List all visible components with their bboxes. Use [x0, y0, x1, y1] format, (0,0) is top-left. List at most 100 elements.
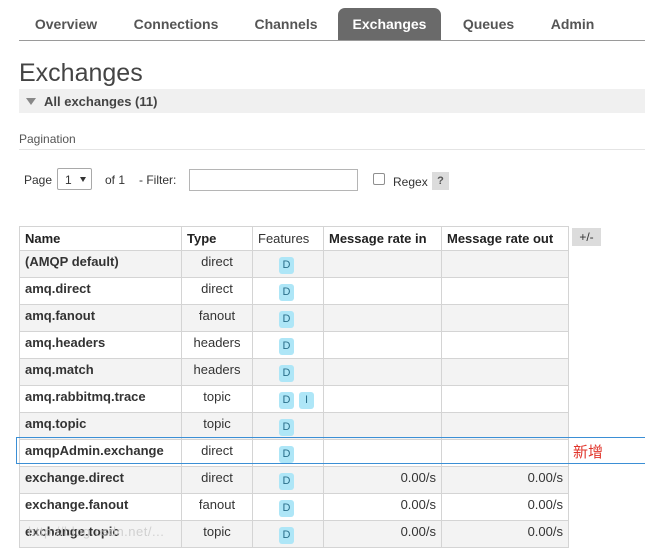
- exchange-features: D: [252, 250, 324, 278]
- feature-badge: D: [279, 284, 294, 301]
- message-rate-in: [323, 304, 442, 332]
- message-rate-in: [323, 358, 442, 386]
- exchange-features: D: [252, 520, 324, 548]
- message-rate-out: 0.00/s: [441, 520, 569, 548]
- column-header-rate-in[interactable]: Message rate in: [323, 226, 442, 251]
- exchange-features: DI: [252, 385, 324, 413]
- message-rate-in: [323, 277, 442, 305]
- feature-badges: D: [258, 281, 318, 301]
- tab-overview[interactable]: Overview: [19, 8, 113, 40]
- feature-badge: D: [279, 257, 294, 274]
- feature-badge: D: [279, 311, 294, 328]
- exchange-features: D: [252, 304, 324, 332]
- exchanges-table-wrap: Name Type Features Message rate in Messa…: [19, 226, 569, 548]
- filter-input[interactable]: [189, 169, 358, 191]
- message-rate-out: [441, 385, 569, 413]
- table-row[interactable]: exchange.topic topic D 0.00/s 0.00/s: [19, 520, 569, 548]
- exchange-name-link[interactable]: amq.topic: [19, 412, 182, 440]
- feature-badge: D: [279, 338, 294, 355]
- feature-badge: D: [279, 527, 294, 544]
- message-rate-out: [441, 304, 569, 332]
- exchange-name-link[interactable]: exchange.topic: [19, 520, 182, 548]
- table-row[interactable]: amq.topic topic D: [19, 412, 569, 440]
- message-rate-in: 0.00/s: [323, 520, 442, 548]
- table-header-row: Name Type Features Message rate in Messa…: [19, 226, 569, 251]
- column-header-name[interactable]: Name: [19, 226, 182, 251]
- tab-admin[interactable]: Admin: [535, 8, 610, 40]
- message-rate-out: [441, 358, 569, 386]
- all-exchanges-toggle[interactable]: All exchanges (11): [19, 89, 645, 113]
- exchange-features: D: [252, 331, 324, 359]
- feature-badge: D: [279, 473, 294, 490]
- exchange-name-link[interactable]: exchange.fanout: [19, 493, 182, 521]
- table-row[interactable]: (AMQP default) direct D: [19, 250, 569, 278]
- exchange-features: D: [252, 466, 324, 494]
- tab-connections[interactable]: Connections: [119, 8, 233, 40]
- columns-toggle-button[interactable]: +/-: [572, 228, 601, 246]
- feature-badge: I: [299, 392, 314, 409]
- feature-badges: DI: [258, 389, 318, 409]
- regex-label: Regex: [393, 175, 428, 189]
- table-row[interactable]: amq.fanout fanout D: [19, 304, 569, 332]
- page-title: Exchanges: [19, 59, 143, 87]
- exchange-type: direct: [181, 466, 253, 494]
- message-rate-out: [441, 277, 569, 305]
- page-select-value: 1: [65, 173, 72, 187]
- exchange-type: topic: [181, 412, 253, 440]
- exchange-features: D: [252, 358, 324, 386]
- message-rate-out: 0.00/s: [441, 493, 569, 521]
- exchange-name-link[interactable]: amq.match: [19, 358, 182, 386]
- column-header-rate-out[interactable]: Message rate out: [441, 226, 569, 251]
- message-rate-in: 0.00/s: [323, 466, 442, 494]
- exchange-features: D: [252, 277, 324, 305]
- tabs-divider: [19, 40, 645, 41]
- annotation-label: 新增: [573, 443, 604, 461]
- table-row[interactable]: amq.rabbitmq.trace topic D I: [19, 385, 569, 413]
- tab-queues[interactable]: Queues: [447, 8, 530, 40]
- tab-exchanges[interactable]: Exchanges: [338, 8, 441, 40]
- table-row[interactable]: amq.direct direct D: [19, 277, 569, 305]
- exchange-name-link[interactable]: amq.direct: [19, 277, 182, 305]
- message-rate-in: [323, 385, 442, 413]
- feature-badges: D: [258, 254, 318, 274]
- page-select[interactable]: 1: [57, 168, 92, 190]
- pagination-label: Pagination: [19, 132, 76, 146]
- message-rate-in: [323, 412, 442, 440]
- exchange-type: topic: [181, 520, 253, 548]
- regex-checkbox[interactable]: [373, 173, 385, 185]
- exchange-type: direct: [181, 277, 253, 305]
- table-row[interactable]: amq.match headers D: [19, 358, 569, 386]
- message-rate-out: [441, 439, 569, 467]
- message-rate-out: [441, 412, 569, 440]
- feature-badges: D: [258, 497, 318, 517]
- table-row[interactable]: amq.headers headers D: [19, 331, 569, 359]
- regex-help-button[interactable]: ?: [432, 172, 449, 190]
- exchange-name-link[interactable]: exchange.direct: [19, 466, 182, 494]
- table-row[interactable]: exchange.fanout fanout D 0.00/s 0.00/s: [19, 493, 569, 521]
- feature-badge: D: [279, 419, 294, 436]
- exchange-name-link[interactable]: amq.headers: [19, 331, 182, 359]
- table-row[interactable]: amqpAdmin.exchange direct D: [19, 439, 569, 467]
- feature-badge: D: [279, 365, 294, 382]
- exchange-features: D: [252, 493, 324, 521]
- exchange-name-link[interactable]: amq.rabbitmq.trace: [19, 385, 182, 413]
- exchange-name-link[interactable]: amq.fanout: [19, 304, 182, 332]
- exchange-features: D: [252, 412, 324, 440]
- tab-channels[interactable]: Channels: [239, 8, 333, 40]
- table-row[interactable]: exchange.direct direct D 0.00/s 0.00/s: [19, 466, 569, 494]
- message-rate-in: [323, 331, 442, 359]
- feature-badge: D: [279, 500, 294, 517]
- feature-badges: D: [258, 335, 318, 355]
- section-label: All exchanges (11): [44, 94, 158, 109]
- feature-badges: D: [258, 308, 318, 328]
- exchange-name-link[interactable]: (AMQP default): [19, 250, 182, 278]
- message-rate-in: 0.00/s: [323, 493, 442, 521]
- exchange-name-link[interactable]: amqpAdmin.exchange: [19, 439, 182, 467]
- triangle-down-icon: [26, 98, 36, 105]
- column-header-type[interactable]: Type: [181, 226, 253, 251]
- exchange-type: fanout: [181, 304, 253, 332]
- exchange-type: direct: [181, 250, 253, 278]
- exchanges-table: Name Type Features Message rate in Messa…: [19, 226, 569, 548]
- feature-badges: D: [258, 416, 318, 436]
- pagination-divider: [19, 149, 645, 150]
